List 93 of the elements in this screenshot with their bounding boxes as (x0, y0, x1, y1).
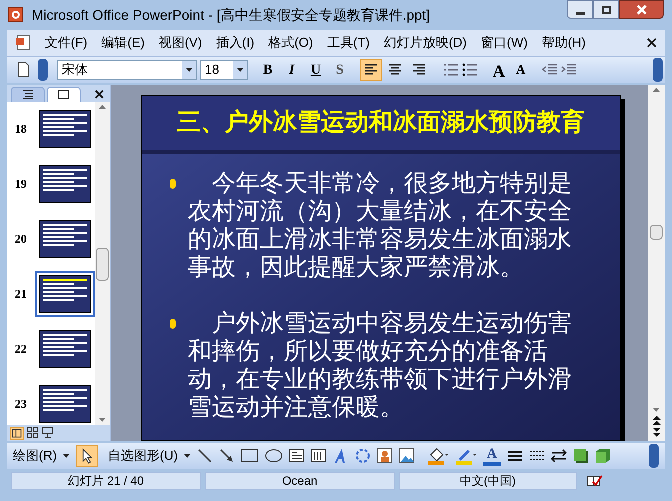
menu-item[interactable]: 编辑(E) (98, 33, 149, 53)
close-icon[interactable] (95, 90, 104, 99)
maximize-button[interactable] (593, 0, 619, 19)
rectangle-icon[interactable] (241, 449, 260, 463)
slide-title: 三、户外冰雪运动和冰面溺水预防教育 (177, 108, 585, 138)
toolbar-overflow[interactable] (649, 444, 659, 468)
slide-number: 19 (15, 176, 28, 193)
slide-sorter-icon[interactable] (27, 427, 39, 439)
vertical-text-icon[interactable] (311, 449, 328, 463)
line-icon[interactable] (197, 448, 214, 464)
font-field[interactable]: 宋体 (57, 60, 197, 80)
align-center-icon (387, 62, 403, 78)
list-icon[interactable] (443, 62, 459, 78)
pointer-icon[interactable] (76, 445, 98, 467)
close-icon[interactable] (647, 38, 657, 48)
minimize-button[interactable] (567, 0, 593, 19)
line-style-icon[interactable] (507, 449, 524, 463)
slide-number: 21 (15, 286, 28, 303)
outline-icon (22, 90, 34, 100)
bullet-icon (170, 179, 176, 189)
next-slide-icon[interactable] (652, 428, 662, 438)
bold-button[interactable]: B (257, 59, 279, 81)
slide-thumbnail[interactable] (35, 271, 95, 317)
new-document-icon[interactable] (17, 62, 31, 78)
bullet-text: 户外冰雪运动中容易发生运动伤害和摔伤，所以要做好充分的准备活动，在专业的教练带领下进行户外滑雪运动并注意保暖。 (188, 310, 573, 422)
align-left-icon (363, 62, 379, 78)
close-button[interactable] (619, 0, 664, 19)
thumbnail-scrollbar[interactable] (95, 102, 110, 425)
scroll-down-icon[interactable] (99, 418, 106, 422)
menu-item[interactable]: 文件(F) (41, 33, 92, 53)
slide-number: 20 (15, 231, 28, 248)
status-text: 中文(中国) (399, 472, 577, 490)
line-color-icon[interactable] (455, 447, 478, 465)
slide-icon (58, 90, 70, 100)
menu-item[interactable]: 工具(T) (323, 33, 374, 53)
menu-item[interactable]: 窗口(W) (477, 33, 532, 53)
dropdown-caret-icon[interactable] (184, 454, 192, 458)
font-size-field[interactable]: 18 (200, 60, 248, 80)
arrow-icon[interactable] (219, 448, 236, 464)
dropdown-caret-icon[interactable] (236, 68, 244, 72)
normal-view-icon[interactable] (10, 426, 24, 440)
dropdown-caret-icon[interactable] (186, 68, 192, 72)
scroll-down-icon[interactable] (653, 408, 660, 412)
autoshapes-menu[interactable]: 自选图形(U) (108, 446, 178, 466)
clip-art-icon[interactable] (377, 448, 394, 464)
align-left-button[interactable] (360, 59, 382, 81)
outline-tab[interactable] (11, 87, 45, 102)
shadow-icon[interactable] (573, 448, 590, 464)
bullet-icon (170, 319, 176, 329)
fill-color-icon[interactable] (427, 447, 450, 465)
scroll-up-icon[interactable] (99, 105, 106, 109)
bullet-text: 今年冬天非常冷，很多地方特别是农村河流（沟）大量结冰，在不安全的冰面上滑冰非常容易发生冰面溺水事故，因此提醒大家严禁滑冰。 (188, 170, 573, 282)
oval-icon[interactable] (265, 449, 284, 463)
menu-item[interactable]: 插入(I) (212, 33, 259, 53)
document-icon (15, 35, 33, 51)
toolbar-overflow[interactable] (653, 58, 663, 82)
italic-button[interactable]: I (281, 59, 303, 81)
app-icon (8, 7, 24, 23)
diagram-icon[interactable] (355, 448, 372, 464)
text-box-icon[interactable] (289, 449, 306, 463)
scroll-thumb[interactable] (650, 225, 663, 240)
shadow-button[interactable]: S (329, 59, 351, 81)
vertical-scrollbar[interactable] (648, 85, 665, 441)
3d-icon[interactable] (595, 448, 612, 464)
slide-number: 23 (15, 396, 28, 413)
menu-item[interactable]: 幻灯片放映(D) (380, 33, 472, 53)
bullet-list-icon[interactable] (462, 62, 478, 78)
grow-font-button[interactable]: A (489, 59, 509, 81)
status-text: 幻灯片 21 / 40 (11, 472, 201, 490)
font-color-button[interactable]: A (483, 446, 502, 466)
scroll-thumb[interactable] (96, 248, 109, 281)
close-icon (636, 4, 646, 14)
align-right-icon (411, 62, 427, 78)
status-text: Ocean (205, 472, 395, 490)
picture-icon[interactable] (399, 448, 416, 464)
spelling-check-icon (587, 475, 603, 487)
dropdown-caret-icon[interactable] (63, 454, 70, 458)
draw-menu[interactable]: 绘图(R) (13, 446, 58, 466)
menu-item[interactable]: 帮助(H) (538, 33, 590, 53)
slide-number: 18 (15, 121, 28, 138)
slide-show-icon[interactable] (42, 427, 54, 439)
slides-tab[interactable] (47, 87, 81, 102)
menu-item[interactable]: 视图(V) (154, 33, 206, 53)
shrink-font-button[interactable]: A (511, 59, 531, 81)
menu-item[interactable]: 格式(O) (264, 33, 318, 53)
window-title: Microsoft Office PowerPoint - [高中生寒假安全专题教育课件.ppt] (32, 6, 430, 25)
dash-style-icon[interactable] (529, 449, 546, 463)
slide-number: 22 (15, 341, 28, 358)
scroll-up-icon[interactable] (653, 88, 660, 92)
toolbar-overflow[interactable] (38, 59, 48, 81)
underline-button[interactable]: U (305, 59, 327, 81)
arrow-style-icon[interactable] (551, 449, 568, 463)
previous-slide-icon[interactable] (652, 416, 662, 426)
